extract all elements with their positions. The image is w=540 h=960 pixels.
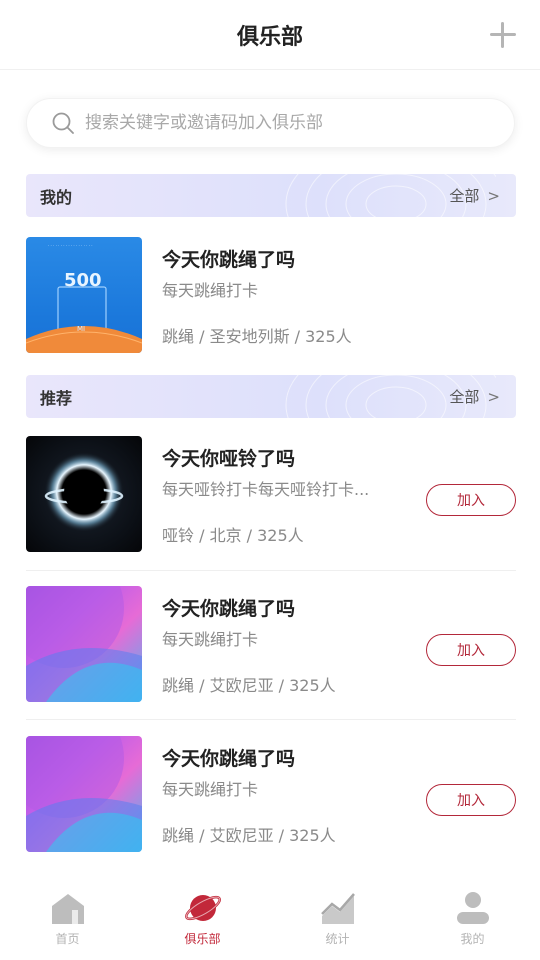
chart-icon (320, 893, 355, 924)
user-icon (456, 892, 489, 924)
recommended-club-card[interactable]: 今天你跳绳了吗 每天跳绳打卡 跳绳 / 艾欧尼亚 / 325人 加入 (26, 736, 516, 853)
tab-home[interactable]: 首页 (0, 878, 135, 960)
view-all-mine-link[interactable]: 全部 > (449, 185, 500, 206)
home-icon (51, 894, 84, 924)
club-thumbnail: · · · · · · · · · · · · · · · · · · 500 … (26, 237, 142, 353)
view-all-label: 全部 (449, 187, 480, 205)
section-header-recommended: 推荐 全部 > (26, 375, 516, 418)
tab-label: 我的 (460, 932, 485, 946)
tab-label: 统计 (325, 932, 350, 946)
club-meta: 跳绳 / 艾欧尼亚 / 325人 (162, 676, 336, 695)
club-thumbnail (26, 436, 142, 552)
view-all-recommended-link[interactable]: 全部 > (449, 386, 500, 407)
search-bar[interactable] (26, 98, 515, 148)
club-description: 每天跳绳打卡 (162, 630, 259, 649)
tab-me[interactable]: 我的 (405, 878, 540, 960)
club-meta: 哑铃 / 北京 / 325人 (162, 526, 304, 545)
svg-text:· · · · · · · · · · · · · · ·: · · · · · · · · · · · · · · · · · · (48, 243, 93, 248)
thumb-caption: MI (77, 325, 85, 333)
recommended-club-card[interactable]: 今天你跳绳了吗 每天跳绳打卡 跳绳 / 艾欧尼亚 / 325人 加入 (26, 586, 516, 703)
search-icon (52, 112, 74, 134)
club-name: 今天你跳绳了吗 (162, 748, 296, 770)
jump-rope-poster-image: · · · · · · · · · · · · · · · · · · 500 … (26, 243, 142, 353)
section-title-mine: 我的 (40, 187, 73, 207)
chevron-right-icon: > (487, 387, 500, 406)
chevron-right-icon: > (487, 186, 500, 205)
club-meta: 跳绳 / 圣安地列斯 / 325人 (162, 327, 352, 346)
club-description: 每天哑铃打卡每天哑铃打卡... (162, 480, 370, 499)
abstract-gradient-image (26, 736, 142, 852)
tab-club[interactable]: 俱乐部 (135, 878, 270, 960)
divider (26, 719, 516, 720)
join-button[interactable]: 加入 (426, 784, 516, 816)
club-thumbnail (26, 586, 142, 702)
club-meta: 跳绳 / 艾欧尼亚 / 325人 (162, 826, 336, 845)
search-input[interactable] (85, 113, 465, 133)
section-title-recommended: 推荐 (40, 388, 73, 408)
page-title: 俱乐部 (236, 24, 303, 50)
divider (26, 570, 516, 571)
abstract-gradient-image (26, 586, 142, 702)
bottom-tab-bar: 首页 俱乐部 统计 我的 (0, 878, 540, 960)
tab-label: 首页 (55, 932, 80, 946)
club-name: 今天你哑铃了吗 (162, 448, 296, 470)
planet-icon (184, 895, 221, 921)
top-bar: 俱乐部 (0, 0, 540, 70)
plus-icon[interactable] (488, 20, 518, 50)
club-name: 今天你跳绳了吗 (162, 249, 296, 271)
tab-stats[interactable]: 统计 (270, 878, 405, 960)
club-description: 每天跳绳打卡 (162, 281, 259, 300)
view-all-label: 全部 (449, 388, 480, 406)
section-header-mine: 我的 全部 > (26, 174, 516, 217)
my-club-card[interactable]: · · · · · · · · · · · · · · · · · · 500 … (26, 237, 516, 354)
join-button[interactable]: 加入 (426, 634, 516, 666)
recommended-club-card[interactable]: 今天你哑铃了吗 每天哑铃打卡每天哑铃打卡... 哑铃 / 北京 / 325人 加… (26, 436, 516, 553)
club-page: 俱乐部 我的 全部 > (0, 0, 540, 960)
thumb-number: 500 (64, 270, 102, 291)
black-hole-image (44, 452, 124, 532)
club-description: 每天跳绳打卡 (162, 780, 259, 799)
join-button[interactable]: 加入 (426, 484, 516, 516)
club-name: 今天你跳绳了吗 (162, 598, 296, 620)
tab-label: 俱乐部 (184, 932, 221, 946)
club-thumbnail (26, 736, 142, 852)
